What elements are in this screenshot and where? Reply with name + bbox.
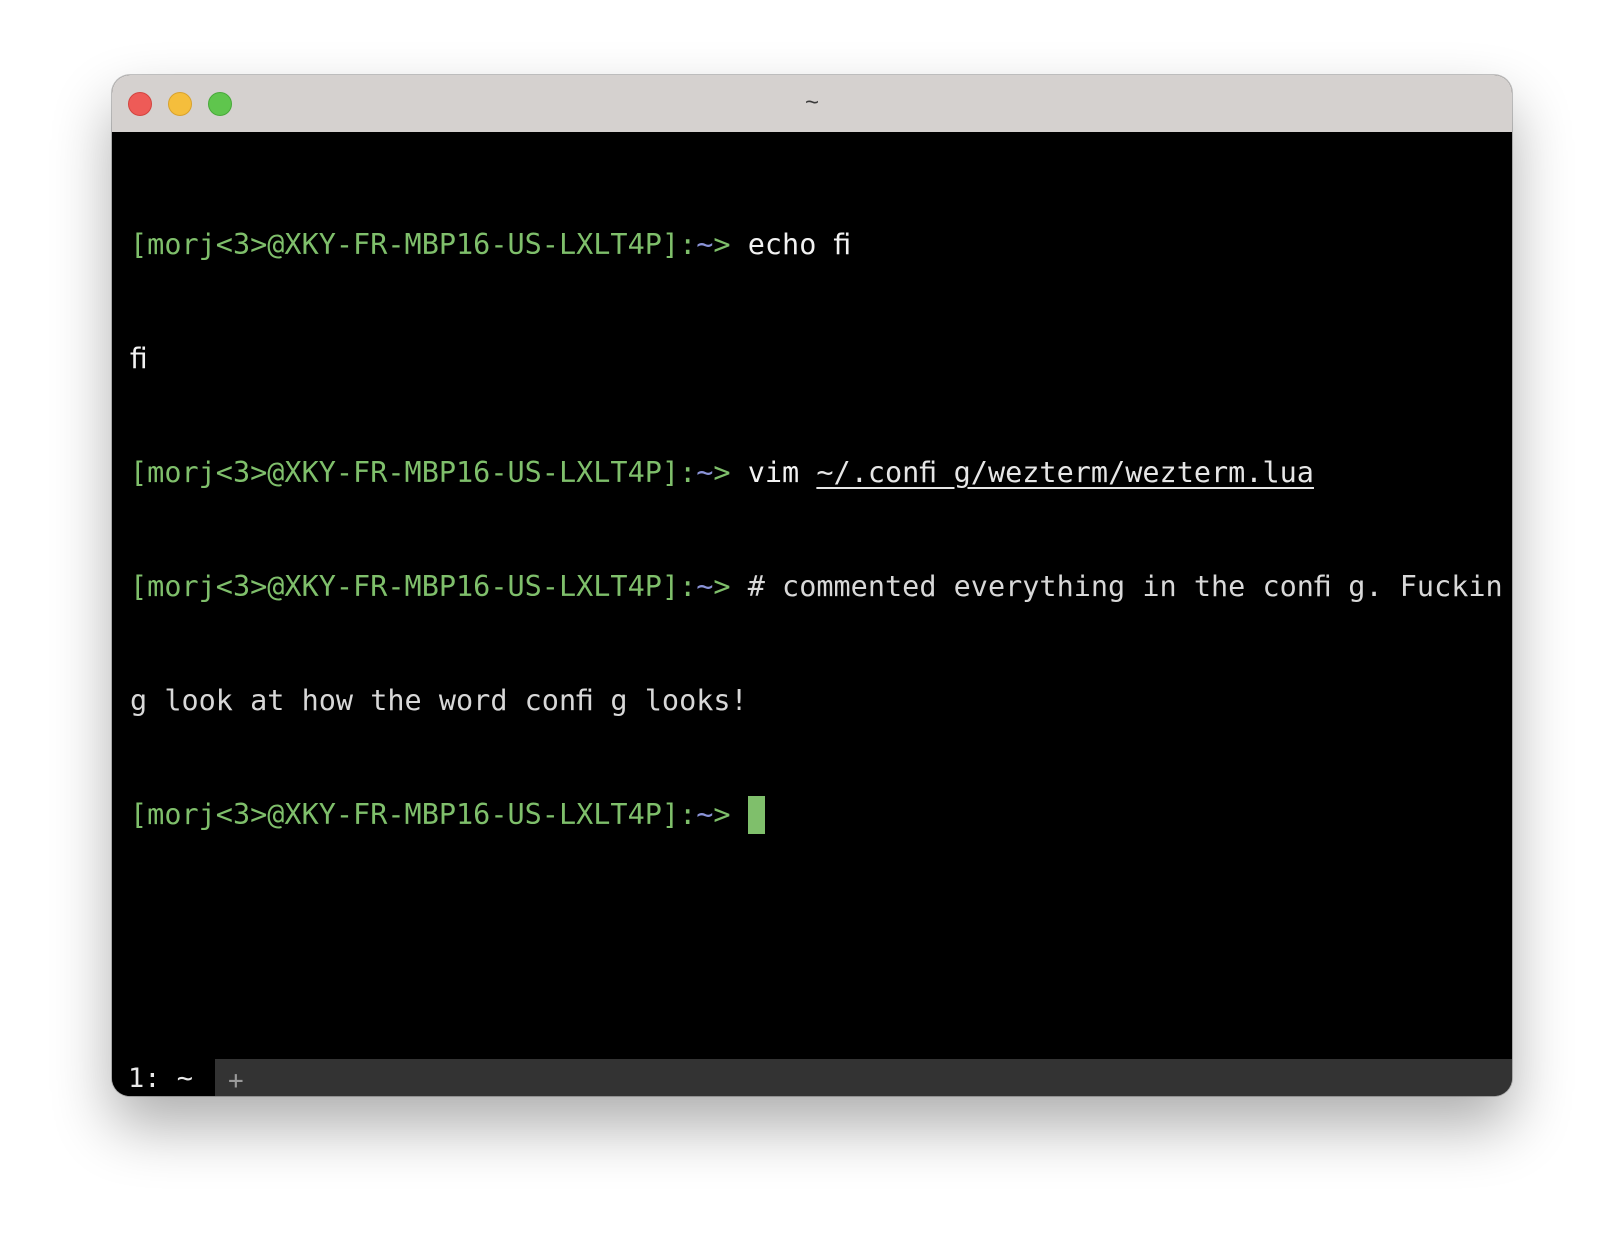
tab-bar: 1: ~ + [112, 1059, 1512, 1096]
terminal-line: g look at how the word conﬁ g looks! [130, 682, 1512, 720]
command-text: vim [747, 456, 817, 489]
prompt-cwd: ~ [696, 798, 714, 831]
terminal-window: ~ [morj<3>@XKY-FR-MBP16-US-LXLT4P]:~> ec… [112, 75, 1512, 1096]
prompt-user-host: [morj<3>@XKY-FR-MBP16-US-LXLT4P]: [130, 570, 697, 603]
shell-prompt: [morj<3>@XKY-FR-MBP16-US-LXLT4P]:~> [130, 570, 748, 603]
window-title: ~ [804, 89, 819, 116]
prompt-user-host: [morj<3>@XKY-FR-MBP16-US-LXLT4P]: [130, 456, 697, 489]
terminal-line: [morj<3>@XKY-FR-MBP16-US-LXLT4P]:~> # co… [130, 568, 1512, 606]
new-tab-button[interactable]: + [228, 1059, 244, 1096]
shell-prompt: [morj<3>@XKY-FR-MBP16-US-LXLT4P]:~> [130, 798, 748, 831]
terminal-cursor [747, 796, 765, 834]
prompt-arrow: > [713, 456, 748, 489]
terminal-line: [morj<3>@XKY-FR-MBP16-US-LXLT4P]:~> echo… [130, 226, 1512, 264]
title-bar[interactable]: ~ [112, 75, 1512, 132]
terminal-line: [morj<3>@XKY-FR-MBP16-US-LXLT4P]:~> vim … [130, 454, 1512, 492]
prompt-cwd: ~ [696, 570, 714, 603]
prompt-user-host: [morj<3>@XKY-FR-MBP16-US-LXLT4P]: [130, 228, 697, 261]
shell-prompt: [morj<3>@XKY-FR-MBP16-US-LXLT4P]:~> [130, 228, 748, 261]
output-text: g look at how the word conﬁ g looks! [130, 684, 748, 717]
prompt-cwd: ~ [696, 228, 714, 261]
terminal-line: ﬁ [130, 340, 1512, 378]
prompt-arrow: > [713, 798, 748, 831]
prompt-user-host: [morj<3>@XKY-FR-MBP16-US-LXLT4P]: [130, 798, 697, 831]
file-path-link[interactable]: ~/.conﬁ g/wezterm/wezterm.lua [816, 456, 1314, 489]
tab-1[interactable]: 1: ~ [112, 1059, 215, 1096]
output-text: ﬁ [130, 342, 148, 375]
command-text: # commented everything in the conﬁ g. Fu… [747, 570, 1503, 603]
prompt-cwd: ~ [696, 456, 714, 489]
terminal-pane[interactable]: [morj<3>@XKY-FR-MBP16-US-LXLT4P]:~> echo… [112, 132, 1512, 1059]
prompt-arrow: > [713, 570, 748, 603]
shell-prompt: [morj<3>@XKY-FR-MBP16-US-LXLT4P]:~> [130, 456, 748, 489]
prompt-arrow: > [713, 228, 748, 261]
terminal-line: [morj<3>@XKY-FR-MBP16-US-LXLT4P]:~> [130, 796, 1512, 834]
command-text: echo ﬁ [747, 228, 851, 261]
